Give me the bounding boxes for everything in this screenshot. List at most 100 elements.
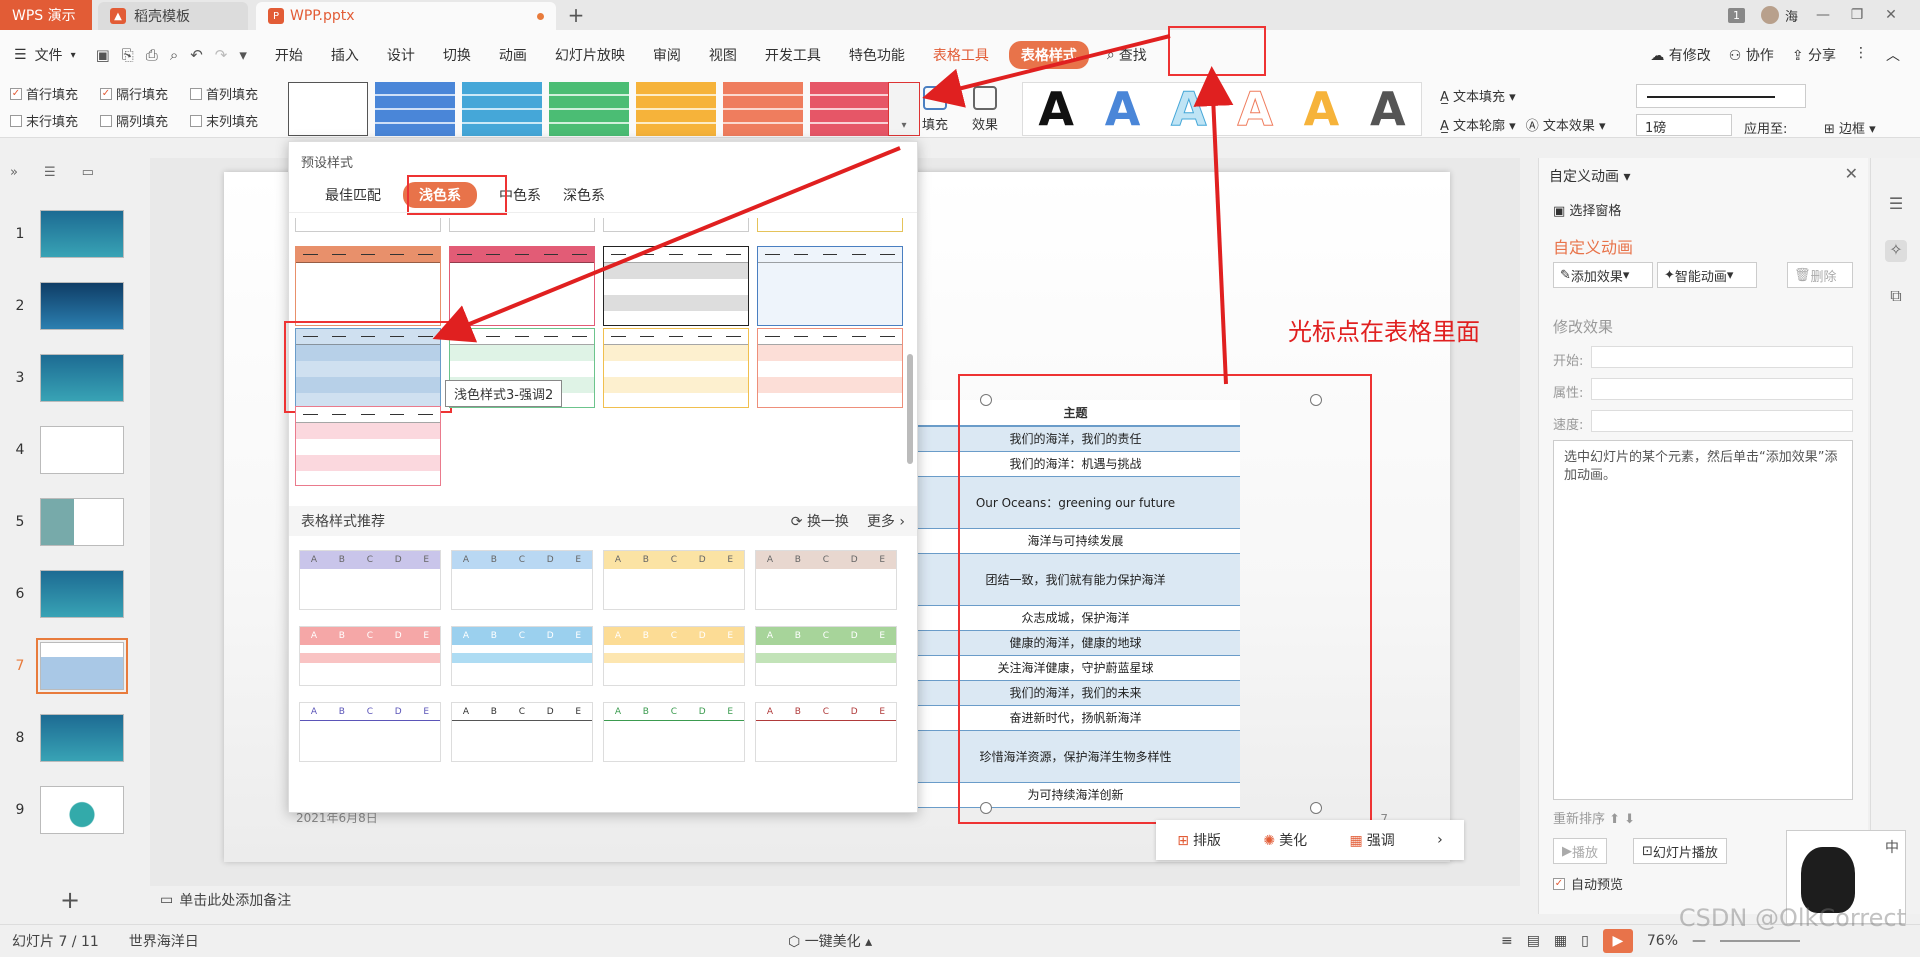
slide-thumb[interactable]: 3 (0, 354, 124, 402)
slide-sorter-icon[interactable]: ▦ (1554, 933, 1567, 949)
property-select[interactable] (1591, 378, 1853, 400)
zoom-level[interactable]: 76% (1647, 933, 1678, 949)
slide-thumb[interactable]: 6 (0, 570, 124, 618)
slide-thumb[interactable]: 8 (0, 714, 124, 762)
notes-bar[interactable]: ▭ 单击此处添加备注 (150, 886, 1520, 914)
table-style-option[interactable] (449, 246, 595, 326)
reading-view-icon[interactable]: ▯ (1581, 933, 1589, 949)
search-button[interactable]: ⌕ 查找 (1107, 45, 1147, 65)
recommended-style[interactable]: ABCDE (299, 550, 441, 610)
wordart-red-outline[interactable]: A (1237, 82, 1274, 137)
print-icon[interactable]: ⎙ (146, 46, 158, 64)
zoom-out-icon[interactable]: — (1692, 933, 1706, 949)
collaborate-button[interactable]: ⚇ 协作 (1729, 45, 1774, 65)
more-options-icon[interactable]: ⋮ (1854, 45, 1868, 65)
delete-button[interactable]: 🗑 删除 (1787, 262, 1853, 288)
speed-select[interactable] (1591, 410, 1853, 432)
redo-icon[interactable]: ↷ (215, 46, 228, 64)
more-button[interactable]: 更多 › (867, 511, 905, 531)
table-style-swatch[interactable] (288, 82, 368, 136)
restore-icon[interactable]: ❐ (1848, 7, 1866, 23)
line-style-select[interactable] (1636, 84, 1806, 108)
notes-toggle-icon[interactable]: ≡ (1501, 933, 1513, 949)
tab-daoke-templates[interactable]: ▲ 稻壳模板 (98, 2, 248, 30)
zoom-slider[interactable] (1720, 940, 1800, 942)
slide-thumb[interactable]: 2 (0, 282, 124, 330)
menu-design[interactable]: 设计 (387, 45, 415, 65)
table-style-swatch[interactable] (375, 82, 455, 136)
tab-wps-presentation[interactable]: WPS 演示 (0, 0, 92, 30)
menu-slideshow[interactable]: 幻灯片放映 (555, 45, 625, 65)
menu-view[interactable]: 视图 (709, 45, 737, 65)
checkbox-last-column[interactable]: 末列填充 (190, 111, 290, 130)
transition-icon[interactable]: ⧉ (1885, 286, 1907, 308)
recommended-style[interactable]: ABCDE (603, 550, 745, 610)
normal-view-icon[interactable]: ▤ (1527, 933, 1540, 949)
table-style-option[interactable] (603, 328, 749, 408)
recommended-style[interactable]: ABCDE (603, 702, 745, 762)
recommended-style[interactable]: ABCDE (299, 702, 441, 762)
slide-thumb-active[interactable]: 7 (0, 638, 128, 694)
outline-view-icon[interactable]: ☰ (44, 165, 56, 180)
share-button[interactable]: ⇪ 分享 (1792, 45, 1836, 65)
table-style-option[interactable] (295, 406, 441, 486)
slide-view-icon[interactable]: ▭ (82, 165, 94, 180)
window-count-badge[interactable]: 1 (1727, 7, 1745, 23)
table-style-swatch[interactable] (462, 82, 542, 136)
properties-icon[interactable]: ☰ (1885, 194, 1907, 216)
chevron-right-icon[interactable]: › (1437, 832, 1443, 848)
slide-thumb[interactable]: 4 (0, 426, 124, 474)
slideshow-button[interactable]: ⊡ 幻灯片播放 (1633, 838, 1727, 864)
collapse-panel-icon[interactable]: » (10, 165, 18, 180)
animation-list[interactable]: 选中幻灯片的某个元素，然后单击“添加效果”添加动画。 (1553, 440, 1853, 800)
table-style-option[interactable] (757, 328, 903, 408)
text-fill-button[interactable]: A̲ 文本填充 ▾ (1440, 86, 1516, 105)
dropdown-scrollbar[interactable] (907, 354, 913, 464)
wordart-black[interactable]: A (1038, 82, 1074, 136)
menu-insert[interactable]: 插入 (331, 45, 359, 65)
ime-indicator[interactable]: 中 (1885, 837, 1899, 857)
minimize-icon[interactable]: — (1814, 7, 1832, 23)
recommended-style[interactable]: ABCDE (299, 626, 441, 686)
menu-table-tools[interactable]: 表格工具 (933, 45, 989, 65)
table-style-swatch[interactable] (549, 82, 629, 136)
table-style-option[interactable] (603, 246, 749, 326)
slide-thumb[interactable]: 1 (0, 210, 124, 258)
close-window-icon[interactable]: ✕ (1882, 7, 1900, 23)
fill-button[interactable]: 填充 (922, 86, 948, 133)
checkbox-first-column[interactable]: 首列填充 (190, 84, 290, 103)
one-click-beautify-button[interactable]: ⬡ 一键美化 ▴ (788, 931, 872, 951)
menu-developer[interactable]: 开发工具 (765, 45, 821, 65)
auto-preview-checkbox[interactable]: ✓ 自动预览 (1553, 874, 1623, 893)
gallery-more-button[interactable]: ▾ (888, 82, 920, 136)
checkbox-total-row[interactable]: 末行填充 (10, 111, 100, 130)
panel-title[interactable]: 自定义动画 ▾ (1549, 166, 1630, 186)
undo-icon[interactable]: ↶ (190, 46, 203, 64)
close-icon[interactable]: ✕ (1845, 164, 1858, 183)
user-account[interactable]: 海 (1760, 6, 1798, 25)
table-style-swatch[interactable] (636, 82, 716, 136)
format-painter-icon[interactable]: ⎘ (122, 46, 134, 64)
text-effect-button[interactable]: Ⓐ 文本效果 ▾ (1526, 115, 1606, 134)
text-outline-button[interactable]: A̲ 文本轮廓 ▾ (1440, 115, 1516, 134)
table-style-option[interactable] (449, 218, 595, 232)
recommended-style[interactable]: ABCDE (451, 626, 593, 686)
menu-transitions[interactable]: 切换 (443, 45, 471, 65)
play-button[interactable]: ▶ 播放 (1553, 838, 1608, 864)
table-style-option[interactable] (603, 218, 749, 232)
border-button[interactable]: ⊞ 边框 ▾ (1824, 118, 1876, 137)
save-icon[interactable]: ▣ (96, 46, 110, 64)
wordart-blue-outline[interactable]: A (1171, 82, 1208, 137)
table-style-option-light-3-accent-2[interactable] (284, 321, 452, 413)
animation-icon[interactable]: ✧ (1885, 240, 1907, 262)
checkbox-banded-rows[interactable]: ✓ 隔行填充 (100, 84, 190, 103)
recommended-style[interactable]: ABCDE (603, 626, 745, 686)
checkbox-banded-columns[interactable]: 隔列填充 (100, 111, 190, 130)
table-style-option[interactable] (295, 218, 441, 232)
tab-wpp-document[interactable]: P WPP.pptx (256, 2, 556, 30)
file-menu[interactable]: ☰ 文件 ▾ (14, 45, 76, 65)
play-slideshow-button[interactable]: ▶ (1602, 929, 1633, 953)
menu-review[interactable]: 审阅 (653, 45, 681, 65)
table-style-option[interactable] (295, 246, 441, 326)
recommended-style[interactable]: ABCDE (755, 702, 897, 762)
